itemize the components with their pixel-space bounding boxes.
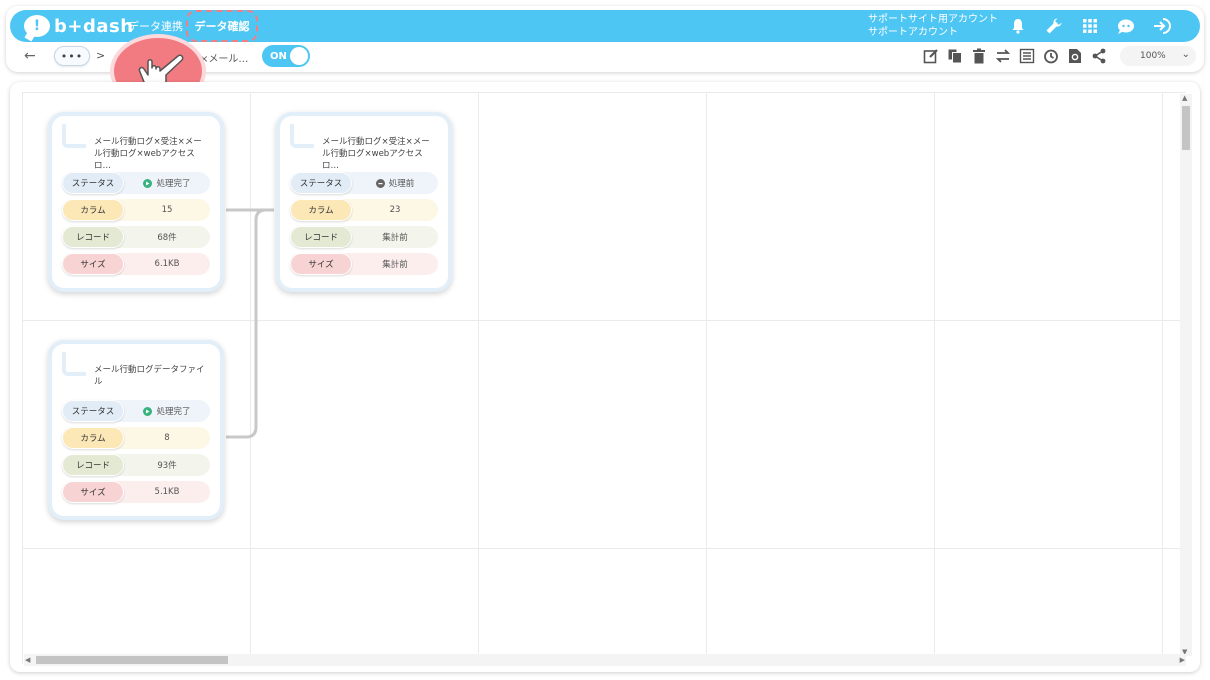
account-line1: サポートサイト用アカウント (868, 14, 998, 25)
size-label: サイズ (290, 253, 352, 275)
logo-mark: ! (33, 18, 41, 34)
column-value: 23 (389, 205, 401, 215)
file-corner-icon (290, 124, 314, 148)
vertical-scroll-thumb[interactable] (1182, 106, 1190, 150)
bell-icon[interactable] (1008, 16, 1028, 36)
scroll-up-icon[interactable]: ▲ (1182, 94, 1187, 102)
horizontal-scroll-thumb[interactable] (36, 656, 228, 664)
record-row: レコード 68件 (62, 226, 210, 248)
logo-bubble-icon: ! (24, 15, 50, 37)
status-value: 処理前 (352, 177, 438, 189)
logo-text: b+dash (54, 15, 134, 37)
size-value: 5.1KB (154, 487, 180, 497)
column-value: 8 (164, 433, 170, 443)
card-title: メール行動ログデータファイル (94, 365, 205, 387)
minus-icon (375, 178, 385, 188)
size-row: サイズ 6.1KB (62, 253, 210, 275)
scroll-right-icon[interactable]: ▶ (1180, 656, 1185, 664)
copy-icon[interactable] (946, 47, 964, 65)
swap-icon[interactable] (994, 47, 1012, 65)
zoom-value: 100% (1140, 51, 1166, 61)
logo[interactable]: ! b+dash (24, 14, 134, 38)
column-label: カラム (290, 199, 352, 221)
column-row: カラム 15 (62, 199, 210, 221)
play-icon (143, 178, 153, 188)
record-label: レコード (290, 226, 352, 248)
file-corner-icon (62, 124, 86, 148)
status-row: ステータス 処理前 (290, 172, 438, 194)
column-row: カラム 8 (62, 427, 210, 449)
support-chat-icon[interactable] (1116, 16, 1136, 36)
logout-icon[interactable] (1152, 16, 1172, 36)
record-value: 68件 (157, 233, 177, 243)
data-card[interactable]: メール行動ログデータファイル ステータス 処理完了 カラム 8 レコード 93件… (48, 340, 224, 520)
horizontal-scrollbar[interactable]: ◀ ▶ (24, 654, 1186, 666)
breadcrumb-more-button[interactable]: ••• (54, 46, 90, 66)
card-title: メール行動ログ×受注×メール行動ログ×webアクセスロ… (94, 137, 202, 171)
wrench-icon[interactable] (1044, 16, 1064, 36)
status-row: ステータス 処理完了 (62, 172, 210, 194)
back-button[interactable]: ← (24, 48, 36, 64)
chevron-down-icon: ⌄ (1181, 49, 1190, 60)
status-label: ステータス (290, 172, 352, 194)
scroll-left-icon[interactable]: ◀ (25, 656, 30, 664)
column-row: カラム 23 (290, 199, 438, 221)
account-info[interactable]: サポートサイト用アカウント サポートアカウント (868, 13, 998, 39)
share-icon[interactable] (1090, 47, 1108, 65)
list-icon[interactable] (1018, 47, 1036, 65)
size-value: 集計前 (382, 260, 408, 270)
status-text: 処理完了 (156, 407, 191, 417)
record-value: 集計前 (382, 233, 408, 243)
file-corner-icon (62, 352, 86, 376)
play-icon (143, 406, 153, 416)
size-row: サイズ 5.1KB (62, 481, 210, 503)
data-card[interactable]: メール行動ログ×受注×メール行動ログ×webアクセスロ… ステータス 処理完了 … (48, 112, 224, 292)
record-value: 93件 (157, 461, 177, 471)
zoom-select[interactable]: 100% ⌄ (1120, 46, 1196, 66)
auto-run-toggle[interactable]: ON (262, 45, 310, 67)
size-label: サイズ (62, 481, 124, 503)
status-value: 処理完了 (124, 177, 210, 189)
record-label: レコード (62, 226, 124, 248)
toggle-label: ON (270, 50, 287, 62)
app-header: ! b+dash データ連携 データ確認 サポートサイト用アカウント サポートア… (10, 10, 1200, 42)
status-row: ステータス 処理完了 (62, 400, 210, 422)
history-icon[interactable] (1042, 47, 1060, 65)
column-value: 15 (161, 205, 173, 215)
status-text: 処理完了 (156, 179, 191, 189)
record-row: レコード 93件 (62, 454, 210, 476)
status-text: 処理前 (388, 179, 415, 189)
nav-data-integration[interactable]: データ連携 (128, 18, 183, 34)
size-row: サイズ 集計前 (290, 253, 438, 275)
status-label: ステータス (62, 400, 124, 422)
size-label: サイズ (62, 253, 124, 275)
refresh-file-icon[interactable] (1066, 47, 1084, 65)
status-label: ステータス (62, 172, 124, 194)
card-title: メール行動ログ×受注×メール行動ログ×webアクセスロ… (322, 137, 430, 171)
vertical-scrollbar[interactable]: ▲ ▼ (1180, 94, 1192, 656)
record-row: レコード 集計前 (290, 226, 438, 248)
column-label: カラム (62, 427, 124, 449)
nav-data-check[interactable]: データ確認 (186, 10, 258, 42)
breadcrumb-current[interactable]: ×メール… (200, 50, 248, 65)
grid-menu-icon[interactable] (1080, 16, 1100, 36)
data-card[interactable]: メール行動ログ×受注×メール行動ログ×webアクセスロ… ステータス 処理前 カ… (276, 112, 452, 292)
account-line2: サポートアカウント (868, 27, 958, 38)
column-label: カラム (62, 199, 124, 221)
size-value: 6.1KB (154, 259, 180, 269)
breadcrumb-separator: > (96, 49, 106, 62)
record-label: レコード (62, 454, 124, 476)
edit-icon[interactable] (922, 47, 940, 65)
trash-icon[interactable] (970, 47, 988, 65)
status-value: 処理完了 (124, 405, 210, 417)
